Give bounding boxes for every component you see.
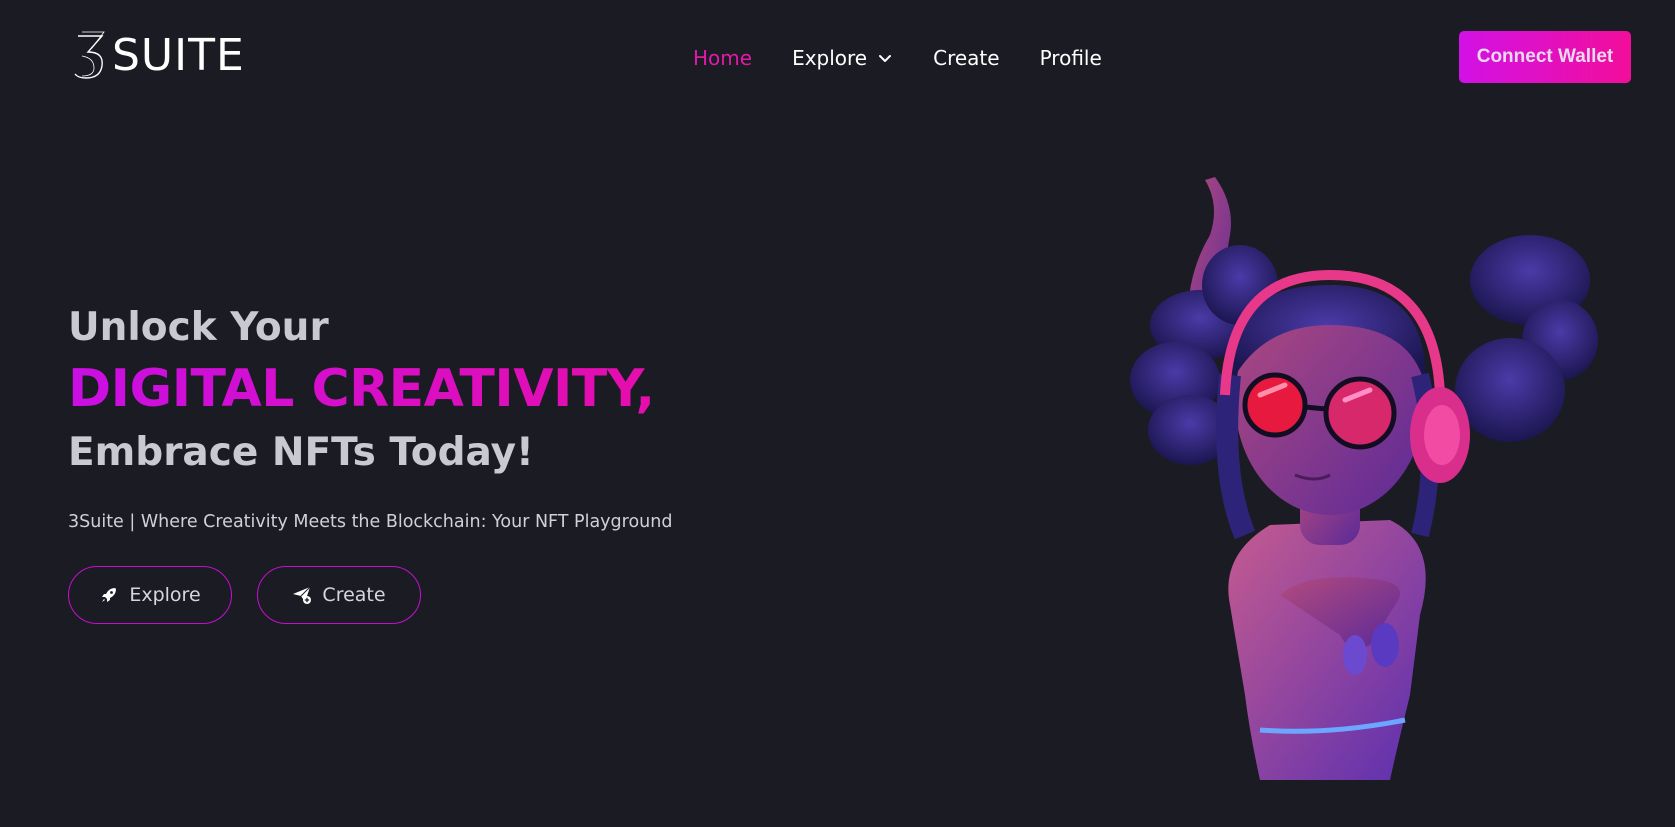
logo-mark-icon — [74, 31, 105, 79]
hero-character-illustration — [1130, 177, 1598, 780]
logo[interactable]: SUITE — [72, 30, 245, 82]
nav-item-create[interactable]: Create — [933, 46, 999, 70]
hero-headline-line3: Embrace NFTs Today! — [68, 430, 534, 475]
nav-item-profile[interactable]: Profile — [1040, 46, 1102, 70]
hero: Unlock Your DIGITAL CREATIVITY, Embrace … — [68, 300, 828, 624]
create-button-label: Create — [322, 584, 386, 606]
page: SUITE Home Explore Create Profile Connec… — [0, 0, 1675, 827]
rocket-icon — [102, 588, 117, 602]
paper-plane-add-icon — [293, 586, 312, 604]
explore-button[interactable]: Explore — [68, 566, 232, 624]
nav-item-label: Explore — [792, 46, 868, 70]
logo-text: SUITE — [112, 30, 245, 81]
nav-item-explore[interactable]: Explore — [792, 46, 893, 70]
main-nav: Home Explore Create Profile — [693, 42, 1102, 74]
nav-item-label: Create — [933, 46, 1000, 70]
nav-item-label: Profile — [1039, 46, 1102, 70]
nav-item-home[interactable]: Home — [693, 46, 752, 70]
hero-tagline: 3Suite | Where Creativity Meets the Bloc… — [68, 512, 673, 532]
connect-wallet-button[interactable]: Connect Wallet — [1459, 31, 1631, 83]
hero-cta-row: Explore Create — [68, 566, 828, 624]
header: SUITE Home Explore Create Profile Connec… — [0, 0, 1675, 115]
hero-headline-line1: Unlock Your — [68, 305, 329, 350]
nav-item-label: Home — [693, 46, 753, 70]
chevron-down-icon — [879, 55, 892, 62]
hero-headline-line2: DIGITAL CREATIVITY, — [68, 356, 828, 422]
create-button[interactable]: Create — [257, 566, 421, 624]
explore-button-label: Explore — [129, 584, 201, 606]
